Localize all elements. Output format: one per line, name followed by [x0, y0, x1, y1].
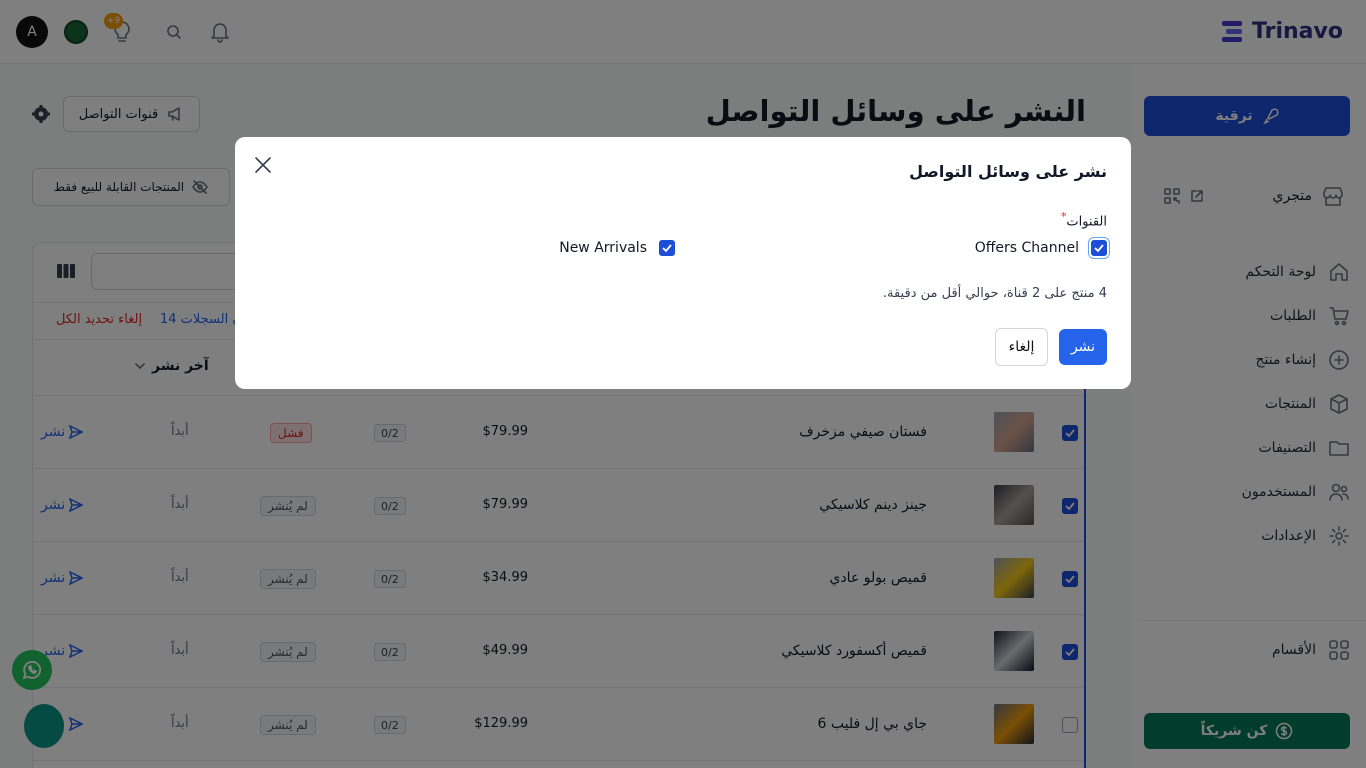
publish-summary: 4 منتج على 2 قناة، حوالي أقل من دقيقة.: [882, 286, 1107, 301]
channel-option-new-arrivals[interactable]: New Arrivals: [559, 240, 675, 256]
publish-dialog: نشر على وسائل التواصل القنوات* Offers Ch…: [235, 137, 1131, 389]
channel-name: New Arrivals: [559, 240, 647, 256]
channels-label-text: القنوات: [1066, 214, 1107, 230]
channel-name: Offers Channel: [974, 240, 1079, 256]
dialog-title: نشر على وسائل التواصل: [909, 162, 1107, 181]
cancel-button[interactable]: إلغاء: [995, 328, 1048, 366]
channel-checkbox[interactable]: [1091, 240, 1107, 256]
publish-button[interactable]: نشر: [1059, 329, 1107, 365]
channel-checkbox[interactable]: [659, 240, 675, 256]
close-icon[interactable]: [253, 155, 273, 175]
channel-option-offers[interactable]: Offers Channel: [975, 240, 1107, 256]
channels-field-label: القنوات*: [1061, 210, 1107, 229]
